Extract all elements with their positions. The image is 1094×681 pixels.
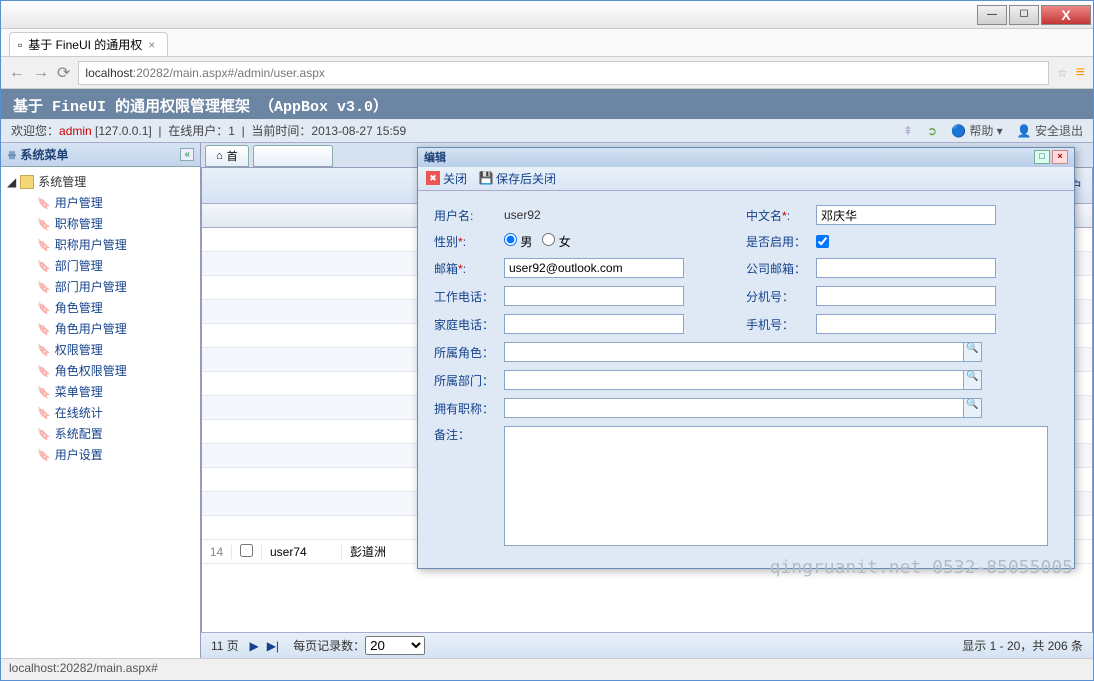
sidebar-item[interactable]: 角色权限管理 (1, 360, 200, 381)
tree-root[interactable]: ◢ 系统管理 (1, 171, 200, 192)
username-value: user92 (504, 208, 541, 222)
mobile-input[interactable] (816, 314, 996, 334)
remark-textarea[interactable] (504, 426, 1048, 546)
leaf-icon (37, 427, 51, 441)
sidebar-item[interactable]: 权限管理 (1, 339, 200, 360)
roles-input[interactable] (504, 342, 964, 362)
refresh-icon[interactable]: ➲ (927, 124, 937, 138)
modal-titlebar[interactable]: 编辑 □ × (418, 148, 1074, 167)
browser-status-bar: localhost:20282/main.aspx# (1, 658, 1093, 680)
home-phone-input[interactable] (504, 314, 684, 334)
browser-menu-icon[interactable]: ≡ (1076, 64, 1085, 82)
forward-button[interactable]: → (33, 64, 49, 82)
company-email-input[interactable] (816, 258, 996, 278)
edit-user-modal: 编辑 □ × ✖关闭 💾保存后关闭 用户名:user92 中文名*: (417, 147, 1075, 569)
home-icon: ⌂ (216, 150, 223, 162)
leaf-icon (37, 301, 51, 315)
next-page-button[interactable]: ▶ (245, 639, 262, 653)
browser-tab-bar: ▫ 基于 FineUI 的通用权 × (1, 29, 1093, 57)
main-area: ⧻ 系统菜单 « ◢ 系统管理 用户管理职称管理职称用户管理部门管理部门用户管理… (1, 143, 1093, 658)
paging-bar: 11 页 ▶ ▶| 每页记录数： 20 显示 1 - 20，共 206 条 (201, 632, 1093, 658)
titles-lookup-button[interactable]: 🔍 (964, 398, 982, 418)
sidebar-item[interactable]: 职称用户管理 (1, 234, 200, 255)
save-and-close-button[interactable]: 💾保存后关闭 (479, 170, 556, 187)
titles-input[interactable] (504, 398, 964, 418)
save-icon: 💾 (479, 171, 493, 185)
close-button[interactable]: ✖关闭 (426, 170, 467, 187)
depts-input[interactable] (504, 370, 964, 390)
home-tab[interactable]: ⌂首 (205, 145, 249, 167)
leaf-icon (37, 217, 51, 231)
window-maximize-button[interactable]: ☐ (1009, 5, 1039, 25)
leaf-icon (37, 259, 51, 273)
tab-close-icon[interactable]: × (148, 38, 155, 52)
page-size-select[interactable]: 20 (365, 636, 425, 655)
back-button[interactable]: ← (9, 64, 25, 82)
status-bar: 欢迎您： admin [127.0.0.1] | 在线用户： 1 | 当前时间：… (1, 119, 1093, 143)
current-user[interactable]: admin (59, 124, 92, 138)
modal-maximize-button[interactable]: □ (1034, 150, 1050, 164)
nav-tree: ◢ 系统管理 用户管理职称管理职称用户管理部门管理部门用户管理角色管理角色用户管… (1, 167, 200, 469)
paging-info: 显示 1 - 20，共 206 条 (962, 637, 1083, 654)
leaf-icon (37, 280, 51, 294)
leaf-icon (37, 385, 51, 399)
leaf-icon (37, 238, 51, 252)
roles-lookup-button[interactable]: 🔍 (964, 342, 982, 362)
url-input[interactable]: localhost:20282/main.aspx#/admin/user.as… (78, 61, 1048, 85)
sidebar-header: ⧻ 系统菜单 « (1, 143, 200, 167)
browser-tab[interactable]: ▫ 基于 FineUI 的通用权 × (9, 32, 168, 56)
leaf-icon (37, 406, 51, 420)
chinese-name-input[interactable] (816, 205, 996, 225)
leaf-icon (37, 364, 51, 378)
sidebar-item[interactable]: 菜单管理 (1, 381, 200, 402)
page-icon: ▫ (18, 38, 22, 52)
enabled-checkbox[interactable] (816, 235, 829, 248)
extension-input[interactable] (816, 286, 996, 306)
reload-button[interactable]: ⟳ (57, 63, 70, 83)
sidebar-item[interactable]: 部门用户管理 (1, 276, 200, 297)
email-input[interactable] (504, 258, 684, 278)
sidebar: ⧻ 系统菜单 « ◢ 系统管理 用户管理职称管理职称用户管理部门管理部门用户管理… (1, 143, 201, 658)
sidebar-item[interactable]: 部门管理 (1, 255, 200, 276)
app-header: 基于 FineUI 的通用权限管理框架 （AppBox v3.0） (1, 89, 1093, 119)
sidebar-item[interactable]: 角色管理 (1, 297, 200, 318)
sidebar-item[interactable]: 职称管理 (1, 213, 200, 234)
gender-male-radio[interactable]: 男 (504, 233, 532, 250)
content-area: ⌂首 启用 禁用 ✚新增用户 i🔑✎–i🔑✎–i🔑✎–i🔑✎–i🔑✎–i🔑✎–i… (201, 143, 1093, 658)
close-icon: ✖ (426, 171, 440, 185)
gender-female-radio[interactable]: 女 (542, 233, 570, 250)
sidebar-item[interactable]: 角色用户管理 (1, 318, 200, 339)
depts-lookup-button[interactable]: 🔍 (964, 370, 982, 390)
leaf-icon (37, 322, 51, 336)
leaf-icon (37, 343, 51, 357)
folder-icon (20, 175, 34, 189)
window-frame: — ☐ X ▫ 基于 FineUI 的通用权 × ← → ⟳ localhost… (0, 0, 1094, 681)
sidebar-item[interactable]: 用户设置 (1, 444, 200, 465)
scroll-top-icon[interactable]: ⇞ (903, 124, 913, 138)
sidebar-collapse-button[interactable]: « (180, 148, 194, 161)
sidebar-item[interactable]: 系统配置 (1, 423, 200, 444)
leaf-icon (37, 448, 51, 462)
last-page-button[interactable]: ▶| (263, 639, 283, 653)
logout-button[interactable]: 👤 安全退出 (1017, 122, 1083, 139)
modal-form: 用户名:user92 中文名*: 性别*: 男 女 是否启用： 邮箱*: 公司邮… (418, 191, 1074, 568)
leaf-icon (37, 196, 51, 210)
expand-icon: ◢ (7, 175, 16, 189)
modal-toolbar: ✖关闭 💾保存后关闭 (418, 167, 1074, 191)
modal-close-button[interactable]: × (1052, 150, 1068, 164)
sidebar-item[interactable]: 用户管理 (1, 192, 200, 213)
help-button[interactable]: 🔵 帮助 ▾ (951, 122, 1003, 139)
work-phone-input[interactable] (504, 286, 684, 306)
window-minimize-button[interactable]: — (977, 5, 1007, 25)
tree-icon: ⧻ (7, 148, 17, 162)
tab-title: 基于 FineUI 的通用权 (28, 36, 142, 53)
window-close-button[interactable]: X (1041, 5, 1091, 25)
bookmark-star-icon[interactable]: ☆ (1057, 66, 1068, 80)
secondary-tab[interactable] (253, 145, 333, 167)
sidebar-item[interactable]: 在线统计 (1, 402, 200, 423)
window-titlebar: — ☐ X (1, 1, 1093, 29)
browser-url-bar: ← → ⟳ localhost:20282/main.aspx#/admin/u… (1, 57, 1093, 89)
